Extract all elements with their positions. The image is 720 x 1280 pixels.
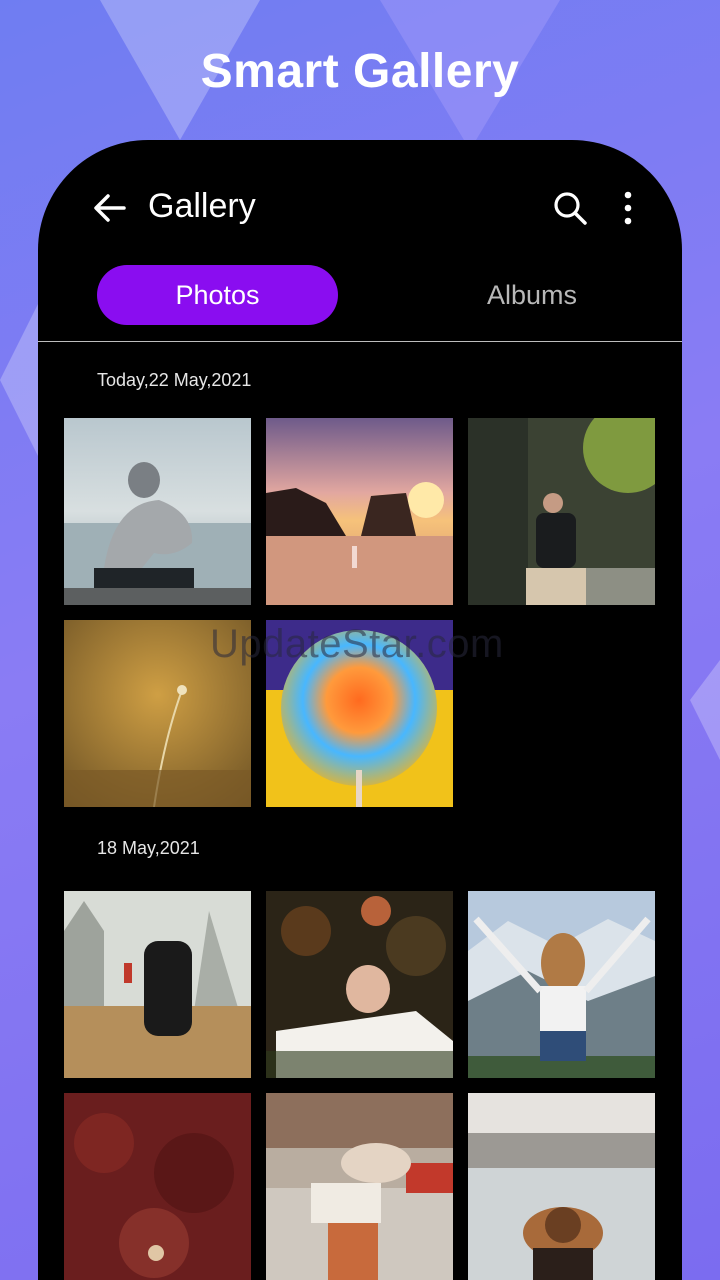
photo-thumbnail[interactable]	[468, 1093, 655, 1280]
app-bar: Gallery	[38, 140, 682, 260]
promo-title: Smart Gallery	[200, 45, 520, 98]
section-date-label: 18 May,2021	[97, 838, 200, 858]
tab-photos[interactable]: Photos	[97, 265, 338, 325]
app-title: Gallery	[148, 187, 256, 225]
photo-thumbnail[interactable]	[468, 891, 655, 1078]
watermark-text: UpdateStar.com	[210, 622, 504, 666]
tab-bar: Photos Albums	[38, 265, 682, 327]
photo-thumbnail[interactable]	[64, 1093, 251, 1280]
photo-thumbnail[interactable]	[64, 891, 251, 1078]
more-vertical-icon[interactable]	[614, 190, 642, 226]
phone-frame: Gallery Photos Albums Today,22 May,2021	[38, 140, 682, 1280]
search-icon[interactable]	[552, 190, 588, 226]
tab-albums[interactable]: Albums	[412, 265, 652, 325]
photo-thumbnail[interactable]	[266, 1093, 453, 1280]
photo-thumbnail[interactable]	[266, 418, 453, 605]
section-date-label: Today,22 May,2021	[97, 370, 252, 390]
photo-thumbnail[interactable]	[64, 418, 251, 605]
divider	[38, 341, 682, 342]
photo-thumbnail[interactable]	[468, 418, 655, 605]
back-arrow-icon[interactable]	[92, 190, 128, 226]
photo-thumbnail[interactable]	[266, 891, 453, 1078]
